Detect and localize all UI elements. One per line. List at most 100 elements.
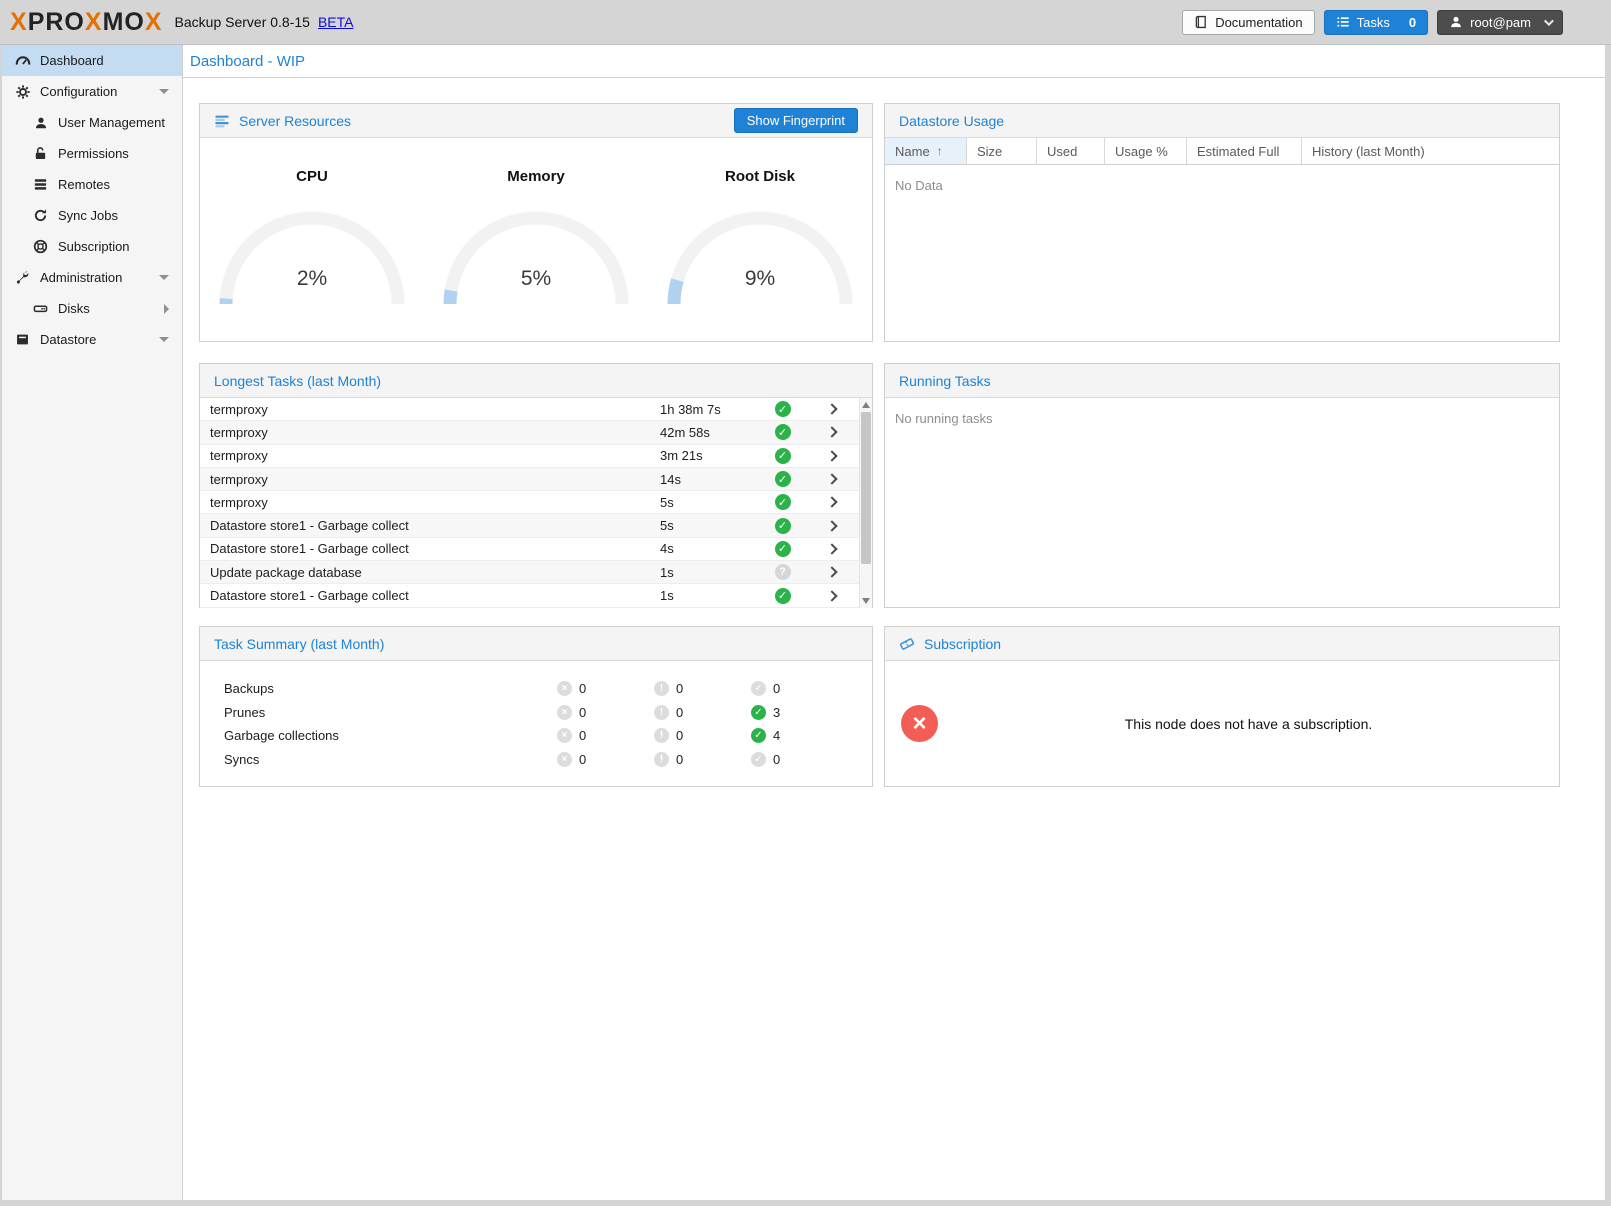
chevron-right-icon[interactable] <box>826 473 837 484</box>
status-ok-icon: ✓ <box>775 518 791 534</box>
task-duration: 3m 21s <box>660 448 755 463</box>
task-name: Datastore store1 - Garbage collect <box>200 518 660 533</box>
cpu-gauge: CPU 2% <box>200 138 424 342</box>
show-fingerprint-button[interactable]: Show Fingerprint <box>734 108 858 133</box>
error-count-icon: × <box>557 681 572 696</box>
ok-count-icon: ✓ <box>751 752 766 767</box>
page-title: Dashboard - WIP <box>190 53 305 70</box>
sidebar-item-remotes[interactable]: Remotes <box>2 169 182 200</box>
sidebar-item-disks[interactable]: Disks <box>2 293 182 324</box>
column-header-usage[interactable]: Usage % <box>1105 138 1187 164</box>
task-row[interactable]: termproxy 5s ✓ <box>200 491 872 514</box>
sidebar-item-label: Configuration <box>40 84 117 99</box>
task-duration: 5s <box>660 495 755 510</box>
column-header-size[interactable]: Size <box>967 138 1037 164</box>
gauge-value: 9% <box>665 267 855 291</box>
vertical-scrollbar[interactable] <box>859 398 872 608</box>
sidebar-item-datastore[interactable]: Datastore <box>2 324 182 355</box>
error-count: 0 <box>579 752 586 767</box>
memory-gauge: Memory 5% <box>424 138 648 342</box>
sidebar-item-label: User Management <box>58 115 165 130</box>
task-row[interactable]: termproxy 14s ✓ <box>200 468 872 491</box>
warning-count-icon: ! <box>654 752 669 767</box>
user-menu-button[interactable]: root@pam <box>1437 10 1563 35</box>
logo-x1: X <box>10 8 28 36</box>
tasks-button[interactable]: Tasks 0 <box>1324 10 1428 35</box>
user-label: root@pam <box>1470 15 1531 30</box>
column-header-used[interactable]: Used <box>1037 138 1105 164</box>
scrollbar-thumb[interactable] <box>861 412 871 564</box>
subscription-message: This node does not have a subscription. <box>938 716 1559 732</box>
sidebar-item-label: Permissions <box>58 146 129 161</box>
sidebar-item-label: Datastore <box>40 332 96 347</box>
task-row[interactable]: termproxy 42m 58s ✓ <box>200 421 872 444</box>
task-row[interactable]: termproxy 1h 38m 7s ✓ <box>200 398 872 421</box>
root-disk-gauge: Root Disk 9% <box>648 138 872 342</box>
documentation-label: Documentation <box>1215 15 1302 30</box>
documentation-button[interactable]: Documentation <box>1182 10 1314 35</box>
ok-count: 3 <box>773 705 780 720</box>
status-ok-icon: ✓ <box>775 471 791 487</box>
server-resources-icon <box>214 113 230 129</box>
status-unknown-icon: ? <box>775 564 791 580</box>
task-duration: 1s <box>660 565 755 580</box>
column-label: History (last Month) <box>1312 144 1425 159</box>
sidebar-item-label: Administration <box>40 270 122 285</box>
unlock-icon <box>32 146 49 162</box>
task-row[interactable]: Update package database 1s ? <box>200 561 872 584</box>
beta-link[interactable]: BETA <box>318 14 354 30</box>
panel-title: Server Resources <box>239 113 351 129</box>
warning-count: 0 <box>676 728 683 743</box>
longest-tasks-panel: Longest Tasks (last Month) termproxy 1h … <box>199 363 873 608</box>
status-ok-icon: ✓ <box>775 541 791 557</box>
task-row[interactable]: Datastore store1 - Garbage collect 4s ✓ <box>200 538 872 561</box>
task-row[interactable]: Datastore store1 - Garbage collect 1s ✓ <box>200 584 872 607</box>
warning-count-icon: ! <box>654 705 669 720</box>
user-icon <box>1449 15 1463 29</box>
chevron-right-icon[interactable] <box>826 567 837 578</box>
scroll-up-arrow[interactable] <box>862 402 870 408</box>
chevron-right-icon[interactable] <box>826 543 837 554</box>
scroll-down-arrow[interactable] <box>862 598 870 604</box>
summary-row-garbage-collections: Garbage collections ×0 !0 ✓4 <box>224 724 848 748</box>
task-name: Datastore store1 - Garbage collect <box>200 588 660 603</box>
column-header-name[interactable]: Name ↑ <box>885 138 967 164</box>
task-duration: 1s <box>660 588 755 603</box>
sidebar-item-label: Dashboard <box>40 53 104 68</box>
window-edge-left <box>0 45 2 1206</box>
summary-row-backups: Backups ×0 !0 ✓0 <box>224 677 848 701</box>
chevron-right-icon[interactable] <box>826 497 837 508</box>
sidebar-item-label: Sync Jobs <box>58 208 118 223</box>
hdd-icon <box>32 301 49 317</box>
task-row[interactable]: termproxy 3m 21s ✓ <box>200 445 872 468</box>
sidebar-item-user-management[interactable]: User Management <box>2 107 182 138</box>
task-duration: 14s <box>660 472 755 487</box>
task-row[interactable]: Datastore store1 - Garbage collect 5s ✓ <box>200 514 872 537</box>
sidebar-item-label: Remotes <box>58 177 110 192</box>
task-name: termproxy <box>200 495 660 510</box>
chevron-right-icon[interactable] <box>826 427 837 438</box>
task-duration: 4s <box>660 541 755 556</box>
chevron-right-icon[interactable] <box>826 403 837 414</box>
task-duration: 1h 38m 7s <box>660 402 755 417</box>
sidebar-item-subscription[interactable]: Subscription <box>2 231 182 262</box>
summary-row-syncs: Syncs ×0 !0 ✓0 <box>224 748 848 772</box>
sidebar-item-dashboard[interactable]: Dashboard <box>2 45 182 76</box>
chevron-right-icon[interactable] <box>826 520 837 531</box>
panel-title: Longest Tasks (last Month) <box>214 373 381 389</box>
running-tasks-panel: Running Tasks No running tasks <box>884 363 1560 608</box>
chevron-right-icon[interactable] <box>826 450 837 461</box>
task-name: termproxy <box>200 472 660 487</box>
chevron-down-icon <box>159 89 169 94</box>
sidebar-item-configuration[interactable]: Configuration <box>2 76 182 107</box>
column-header-history[interactable]: History (last Month) <box>1302 138 1559 164</box>
sidebar-item-sync-jobs[interactable]: Sync Jobs <box>2 200 182 231</box>
column-header-estimated-full[interactable]: Estimated Full <box>1187 138 1302 164</box>
chevron-right-icon[interactable] <box>826 590 837 601</box>
sidebar-item-administration[interactable]: Administration <box>2 262 182 293</box>
main-content: Dashboard - WIP Server Resources Show Fi… <box>183 45 1605 1200</box>
status-ok-icon: ✓ <box>775 401 791 417</box>
sidebar-item-permissions[interactable]: Permissions <box>2 138 182 169</box>
error-count: 0 <box>579 705 586 720</box>
subscription-panel: Subscription × This node does not have a… <box>884 626 1560 787</box>
